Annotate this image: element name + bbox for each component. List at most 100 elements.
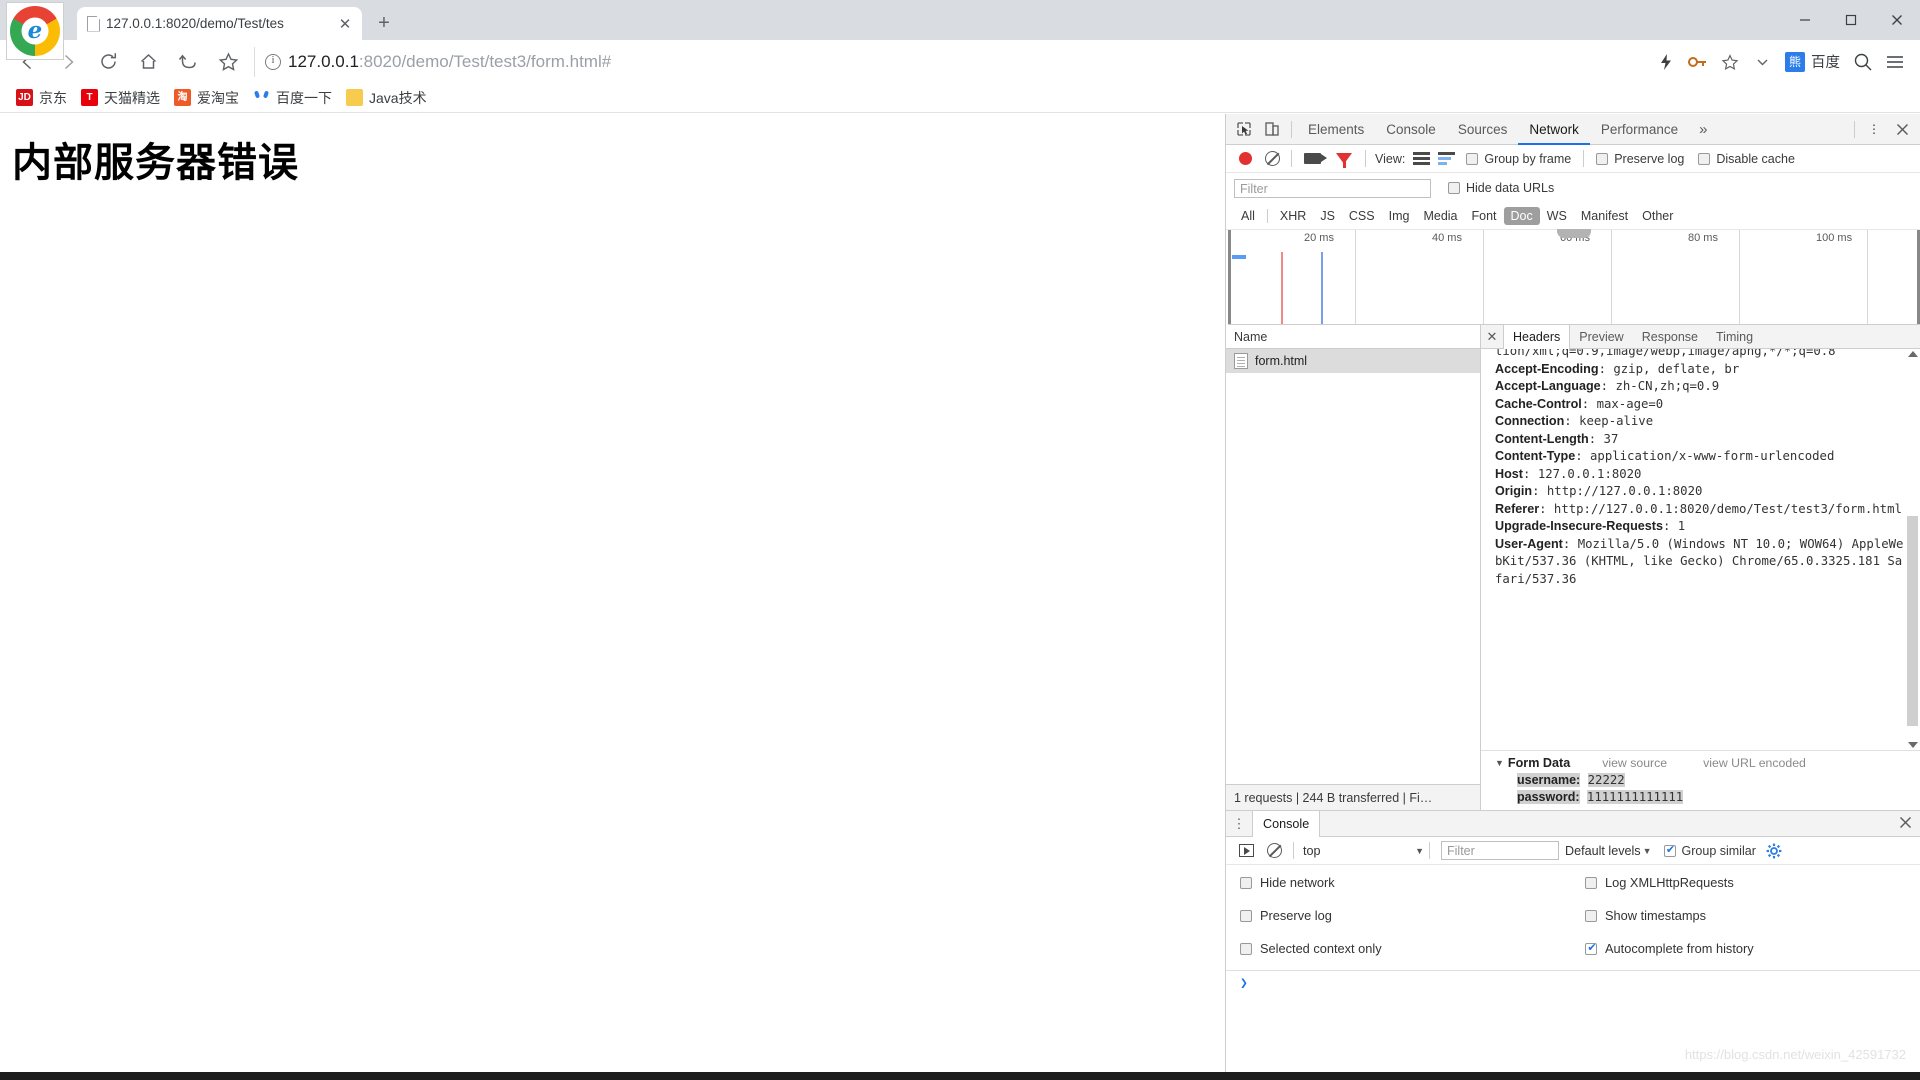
drawer-close-icon[interactable] [1890,816,1920,832]
detail-close-icon[interactable]: ✕ [1481,329,1503,345]
bookmark-item-taobao[interactable]: 淘 爱淘宝 [170,86,249,110]
devtools-close-icon[interactable] [1888,116,1916,142]
show-timestamps-checkbox[interactable]: Show timestamps [1571,908,1706,923]
divider [1429,842,1430,859]
inspect-icon[interactable] [1230,116,1258,142]
type-filter-media[interactable]: Media [1416,207,1464,225]
scroll-down-arrow[interactable] [1908,742,1918,748]
console-filter-input[interactable]: Filter [1441,841,1559,860]
list-view-icon[interactable] [1413,152,1431,165]
waterfall-view-icon[interactable] [1438,152,1456,165]
tab-response[interactable]: Response [1633,325,1707,349]
camera-button[interactable] [1304,153,1327,164]
tab-headers[interactable]: Headers [1503,324,1571,349]
view-url-encoded-link[interactable]: view URL encoded [1703,756,1806,770]
gear-icon[interactable] [1766,843,1782,859]
bookmark-item-baidu[interactable]: 百度一下 [249,86,342,110]
minimize-button[interactable] [1782,0,1828,40]
bookmark-item-tmall[interactable]: T 天猫精选 [77,86,170,110]
context-selector[interactable]: top ▼ [1299,844,1424,858]
bookmark-star-button[interactable] [208,42,248,82]
new-tab-button[interactable]: + [370,9,398,37]
baidu-icon [1785,51,1805,72]
clear-button[interactable] [1265,151,1280,166]
type-filter-img[interactable]: Img [1382,207,1417,225]
record-button[interactable] [1239,152,1252,165]
execute-icon[interactable] [1239,844,1254,857]
tab-sources[interactable]: Sources [1447,114,1519,145]
column-header-name[interactable]: Name [1226,325,1480,349]
expand-triangle-icon[interactable]: ▼ [1495,758,1504,768]
header-content-length: Content-Length: 37 [1495,431,1619,446]
tab-elements[interactable]: Elements [1297,114,1375,145]
type-filter-all[interactable]: All [1234,207,1262,225]
view-source-link[interactable]: view source [1602,756,1667,770]
type-filter-xhr[interactable]: XHR [1273,207,1313,225]
group-by-frame-checkbox[interactable]: Group by frame [1466,152,1571,166]
group-similar-checkbox[interactable]: Group similar [1663,843,1756,858]
reload-button[interactable] [88,42,128,82]
scrollbar-thumb[interactable] [1907,516,1918,726]
scroll-up-arrow[interactable] [1908,351,1918,357]
load-event-marker [1321,252,1323,324]
type-filter-doc[interactable]: Doc [1503,207,1540,225]
baidu-extension-button[interactable]: 百度 [1779,51,1846,72]
browser-tab[interactable]: 127.0.0.1:8020/demo/Test/tes ✕ [77,7,362,40]
home-button[interactable] [128,42,168,82]
type-filter-ws[interactable]: WS [1540,207,1574,225]
drawer-kebab-icon[interactable]: ⋮ [1226,816,1252,832]
chevron-down-icon[interactable]: ▼ [1643,846,1652,856]
baidu-label: 百度 [1811,55,1840,71]
network-filter-input[interactable]: Filter [1234,178,1431,198]
search-icon[interactable] [1848,46,1878,78]
lightning-icon[interactable] [1651,46,1681,78]
bookmark-folder-java[interactable]: Java技术 [342,86,437,110]
autocomplete-from-history-checkbox[interactable]: Autocomplete from history [1571,941,1754,956]
undo-button[interactable] [168,42,208,82]
devtools-kebab-icon[interactable]: ⋮ [1860,116,1888,142]
drawer-tab-console[interactable]: Console [1252,810,1321,837]
type-filter-other[interactable]: Other [1635,207,1680,225]
menu-icon[interactable] [1880,46,1910,78]
star-icon[interactable] [1715,46,1745,78]
tab-network[interactable]: Network [1518,114,1590,145]
tab-console[interactable]: Console [1375,114,1447,145]
preserve-log-checkbox[interactable]: Preserve log [1596,152,1684,166]
tab-performance[interactable]: Performance [1590,114,1689,145]
network-overview-timeline[interactable]: 20 ms 40 ms 60 ms 80 ms 100 ms [1228,229,1920,325]
console-prompt[interactable]: ❯ [1226,970,1920,991]
device-toolbar-icon[interactable] [1258,116,1286,142]
selected-context-only-checkbox[interactable]: Selected context only [1226,941,1571,956]
tab-preview[interactable]: Preview [1570,325,1632,349]
hide-data-urls-checkbox[interactable]: Hide data URLs [1448,181,1554,195]
log-xmlhttprequests-checkbox[interactable]: Log XMLHttpRequests [1571,875,1734,890]
hide-network-checkbox[interactable]: Hide network [1226,875,1571,890]
form-data-entry-username: username: 22222 [1517,773,1908,787]
headers-scroll-area[interactable]: tion/xml;q=0.9,image/webp,image/apng,*/*… [1481,349,1920,750]
preserve-log-console-checkbox[interactable]: Preserve log [1226,908,1571,923]
bookmark-item-jd[interactable]: JD 京东 [12,86,77,110]
tab-close-icon[interactable]: ✕ [336,15,354,33]
form-data-header[interactable]: ▼ Form Data view source view URL encoded [1495,756,1908,770]
log-levels-label[interactable]: Default levels [1565,844,1641,858]
address-bar[interactable]: 127.0.0.1:8020/demo/Test/test3/form.html… [254,46,1643,77]
url-path: :8020/demo/Test/test3/form.html# [358,51,612,71]
more-tabs-icon[interactable]: » [1689,121,1717,138]
type-filter-js[interactable]: JS [1313,207,1342,225]
tab-timing[interactable]: Timing [1707,325,1762,349]
key-icon[interactable] [1683,46,1713,78]
clear-console-icon[interactable] [1267,843,1282,858]
maximize-button[interactable] [1828,0,1874,40]
close-window-button[interactable] [1874,0,1920,40]
type-filter-css[interactable]: CSS [1342,207,1382,225]
funnel-button[interactable] [1336,153,1352,168]
overview-grabber[interactable] [1557,229,1591,238]
toolbar-actions: 百度 [1651,46,1910,78]
chevron-down-icon[interactable] [1747,46,1777,78]
headers-scrollbar[interactable] [1907,351,1918,748]
site-info-icon[interactable] [265,53,281,70]
table-row[interactable]: form.html [1226,349,1480,373]
type-filter-manifest[interactable]: Manifest [1574,207,1635,225]
disable-cache-checkbox[interactable]: Disable cache [1698,152,1795,166]
type-filter-font[interactable]: Font [1465,207,1504,225]
